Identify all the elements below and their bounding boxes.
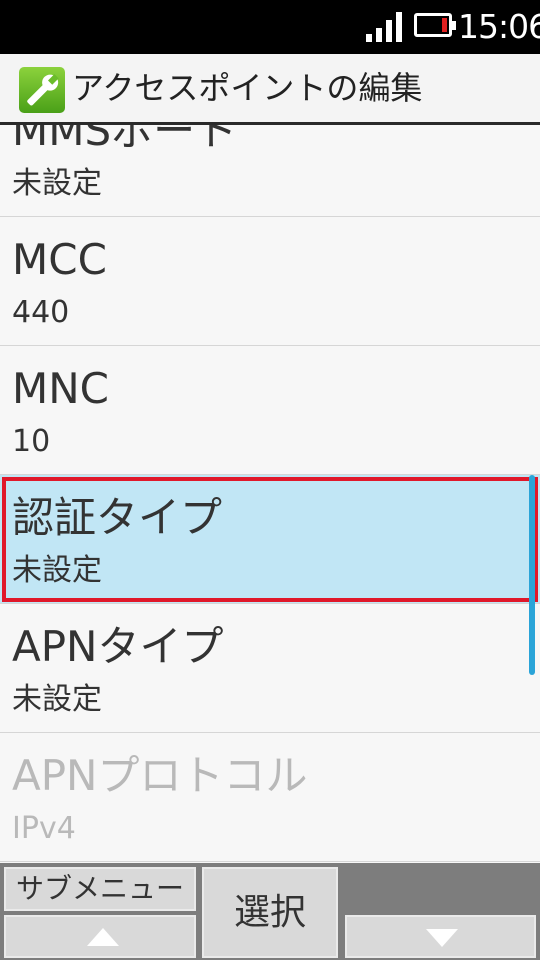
battery-icon (414, 13, 456, 37)
item-value: IPv4 (12, 811, 76, 846)
list-item-mms-port[interactable]: MMSポート 未設定 (0, 125, 540, 217)
wrench-icon (19, 67, 65, 113)
softkey-bar: サブメニュー 選択 (0, 863, 540, 960)
page-title: アクセスポイントの編集 (72, 69, 423, 107)
item-value: 10 (12, 424, 51, 459)
item-value: 440 (12, 295, 70, 330)
item-value: 未設定 (12, 553, 102, 588)
list-item-mcc[interactable]: MCC 440 (0, 217, 540, 346)
status-clock: 15:06 (458, 7, 540, 46)
scrollbar[interactable] (529, 475, 535, 675)
status-bar: 15:06 (0, 0, 540, 54)
item-title: MMSポート (12, 125, 238, 155)
list-item-apn-type[interactable]: APNタイプ 未設定 (0, 604, 540, 733)
item-title: APNタイプ (12, 622, 224, 671)
list-item-mnc[interactable]: MNC 10 (0, 346, 540, 475)
select-button[interactable]: 選択 (202, 867, 338, 958)
list-item-apn-protocol: APNプロトコル IPv4 (0, 733, 540, 862)
scroll-up-button[interactable] (4, 915, 196, 958)
arrow-up-icon (87, 928, 119, 946)
submenu-button[interactable]: サブメニュー (4, 867, 196, 911)
signal-icon (366, 10, 404, 42)
arrow-down-icon (426, 929, 458, 947)
item-value: 未設定 (12, 682, 102, 717)
item-title: MNC (12, 364, 109, 413)
settings-list: MMSポート 未設定 MCC 440 MNC 10 認証タイプ 未設定 APNタ… (0, 125, 540, 863)
item-title: 認証タイプ (12, 493, 223, 542)
item-title: APNプロトコル (12, 751, 308, 800)
title-bar: アクセスポイントの編集 (0, 54, 540, 125)
item-value: 未設定 (12, 166, 102, 201)
list-item-auth-type[interactable]: 認証タイプ 未設定 (0, 475, 540, 604)
scroll-down-button[interactable] (345, 915, 536, 958)
item-title: MCC (12, 235, 107, 284)
